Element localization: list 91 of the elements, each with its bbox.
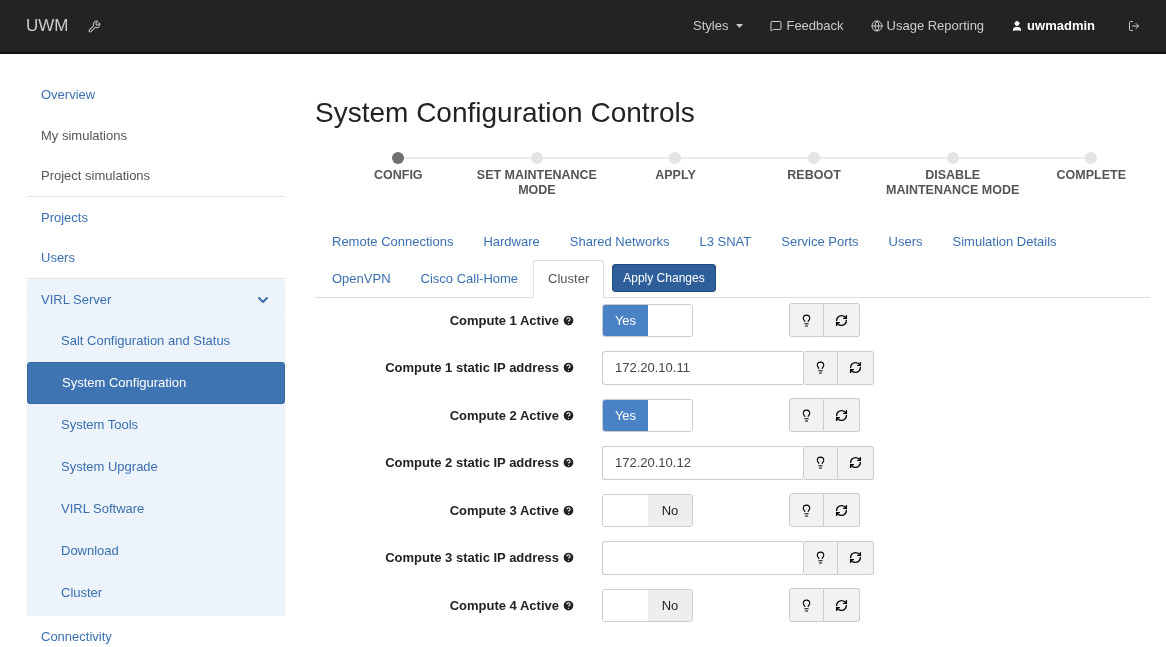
tab[interactable]: OpenVPN [317, 260, 406, 298]
reset-button[interactable] [824, 303, 860, 338]
help-icon[interactable] [562, 408, 575, 422]
help-icon[interactable] [562, 361, 575, 375]
lightbulb-icon [800, 408, 813, 422]
nav-link[interactable]: Usage Reporting [870, 16, 985, 36]
sidebar-item[interactable]: Connectivity [27, 616, 285, 647]
sidebar-item[interactable]: VIRL Server [27, 279, 285, 320]
apply-changes-button[interactable]: Apply Changes [612, 264, 716, 292]
tab[interactable]: Hardware [468, 223, 555, 261]
step-label: REBOOT [786, 168, 842, 183]
tab[interactable]: Simulation Details [937, 223, 1072, 261]
step-label: CONFIG [373, 168, 424, 183]
refresh-icon [849, 456, 862, 470]
reset-button[interactable] [824, 493, 860, 528]
help-icon[interactable] [562, 598, 575, 612]
sidebar-item[interactable]: My simulations [27, 115, 285, 156]
help-icon[interactable] [562, 313, 575, 327]
refresh-icon [849, 551, 862, 565]
toggle-switch[interactable]: No [602, 493, 693, 527]
caret-icon [736, 24, 744, 28]
tab[interactable]: Cisco Call-Home [405, 260, 534, 298]
refresh-icon [835, 408, 848, 422]
step-label: APPLY [654, 168, 697, 183]
hint-button[interactable] [789, 493, 824, 528]
ip-address-field[interactable]: 172.20.10.12 [602, 445, 803, 480]
comment-icon [770, 20, 783, 32]
brand[interactable]: UWM [26, 13, 69, 39]
sidebar-subitem[interactable]: System Tools [27, 404, 285, 446]
toggle-switch[interactable]: Yes [602, 398, 693, 432]
sidebar-subitem[interactable]: Download [27, 530, 285, 572]
field-label: Compute 1 static IP address [385, 359, 559, 377]
hint-button[interactable] [789, 303, 824, 338]
hint-button[interactable] [789, 398, 824, 433]
tab[interactable]: Shared Networks [554, 223, 685, 261]
tab[interactable]: L3 SNAT [684, 223, 767, 261]
lightbulb-icon [800, 598, 813, 612]
globe-icon [870, 20, 883, 32]
sidebar-item[interactable]: Projects [27, 197, 285, 238]
nav-link[interactable]: uwmadmin [1011, 16, 1095, 36]
logout-icon[interactable] [1128, 20, 1140, 32]
field-label: Compute 1 Active [449, 311, 559, 330]
tab[interactable]: Remote Connections [317, 223, 469, 261]
sidebar-item[interactable]: Project simulations [27, 156, 285, 197]
help-icon[interactable] [562, 503, 575, 517]
lightbulb-icon [814, 551, 827, 565]
refresh-icon [835, 503, 848, 517]
lightbulb-icon [800, 503, 813, 517]
sidebar-subitem[interactable]: VIRL Software [27, 488, 285, 530]
tab[interactable]: Cluster [533, 260, 605, 298]
field-label: Compute 3 Active [449, 501, 559, 520]
step-label: DISABLE MAINTENANCE MODE [885, 168, 1021, 198]
field-label: Compute 4 Active [449, 596, 559, 615]
tab[interactable]: Service Ports [766, 223, 874, 261]
refresh-icon [835, 598, 848, 612]
step-label: COMPLETE [1055, 168, 1127, 183]
wrench-icon[interactable] [88, 19, 102, 33]
field-label: Compute 3 static IP address [385, 549, 559, 567]
page-title: System Configuration Controls [315, 96, 696, 130]
step-label: SET MAINTENANCE MODE [475, 168, 598, 198]
nav-link[interactable]: Feedback [770, 16, 844, 36]
reset-button[interactable] [838, 445, 874, 480]
sidebar-subitem[interactable]: Cluster [27, 572, 285, 614]
ip-address-field[interactable]: 172.20.10.11 [602, 350, 803, 385]
sidebar-subitem[interactable]: Salt Configuration and Status [27, 320, 285, 362]
help-icon[interactable] [562, 551, 575, 565]
hint-button[interactable] [789, 588, 824, 623]
lightbulb-icon [814, 456, 827, 470]
sidebar-item[interactable]: Overview [27, 74, 285, 115]
reset-button[interactable] [838, 350, 874, 385]
reset-button[interactable] [824, 588, 860, 623]
toggle-switch[interactable]: No [602, 588, 693, 622]
hint-button[interactable] [803, 350, 838, 385]
user-icon [1011, 20, 1024, 32]
field-label: Compute 2 Active [449, 406, 559, 425]
reset-button[interactable] [824, 398, 860, 433]
lightbulb-icon [800, 313, 813, 327]
reset-button[interactable] [838, 540, 874, 575]
refresh-icon [835, 313, 848, 327]
tab[interactable]: Users [873, 223, 938, 261]
hint-button[interactable] [803, 445, 838, 480]
ip-address-field[interactable] [602, 540, 803, 575]
sidebar-subitem[interactable]: System Configuration [27, 362, 285, 404]
nav-link[interactable]: Styles [693, 16, 744, 36]
refresh-icon [849, 361, 862, 375]
hint-button[interactable] [803, 540, 838, 575]
help-icon[interactable] [562, 456, 575, 470]
toggle-switch[interactable]: Yes [602, 303, 693, 337]
field-label: Compute 2 static IP address [385, 454, 559, 472]
lightbulb-icon [814, 361, 827, 375]
sidebar-subitem[interactable]: System Upgrade [27, 446, 285, 488]
